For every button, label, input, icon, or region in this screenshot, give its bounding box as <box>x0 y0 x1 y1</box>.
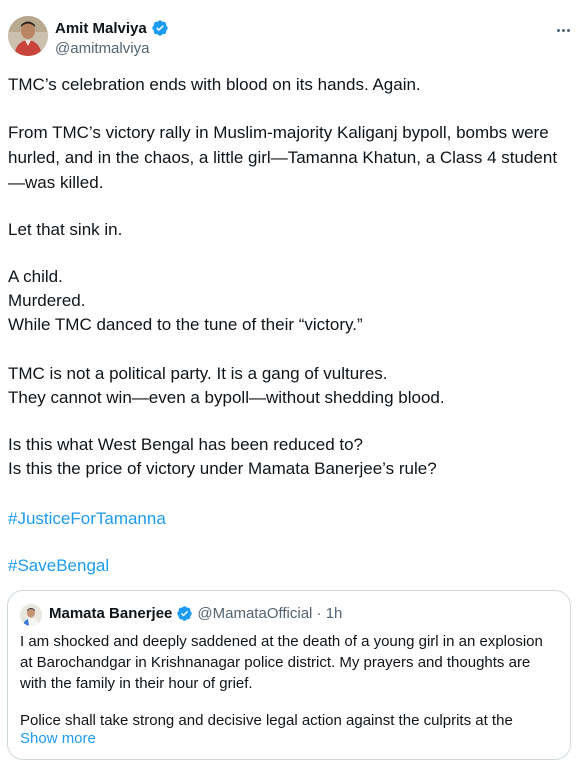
author-handle[interactable]: @amitmalviya <box>55 40 149 57</box>
quoted-tweet[interactable]: Mamata Banerjee @MamataOfficial · 1h I a… <box>7 590 571 760</box>
tweet-line: They cannot win—even a bypoll—without sh… <box>8 388 445 407</box>
dot <box>556 28 560 32</box>
quoted-text-line: I am shocked and deeply saddened at the … <box>20 633 543 650</box>
tweet-line: Is this what West Bengal has been reduce… <box>8 435 364 454</box>
more-options-icon[interactable] <box>548 18 578 42</box>
author-name[interactable]: Amit Malviya <box>55 20 147 37</box>
tweet-line: —was killed. <box>8 173 104 192</box>
tweet-line: Murdered. <box>8 291 86 310</box>
author-avatar[interactable] <box>8 16 48 56</box>
dot <box>566 28 570 32</box>
quoted-author-avatar <box>20 604 42 626</box>
quoted-text-line: Police shall take strong and decisive le… <box>20 712 513 729</box>
hashtag-link[interactable]: #JusticeForTamanna <box>8 507 166 531</box>
quoted-header: Mamata Banerjee @MamataOfficial · 1h <box>49 605 342 622</box>
tweet-line: A child. <box>8 267 63 286</box>
quoted-text-line: with the family in their hour of grief. <box>20 675 253 692</box>
hashtag-link[interactable]: #SaveBengal <box>8 554 109 578</box>
quoted-handle-time: @MamataOfficial · 1h <box>197 605 343 622</box>
tweet-line: While TMC danced to the tune of their “v… <box>8 315 363 334</box>
show-more-link[interactable]: Show more <box>20 730 96 747</box>
tweet-line: From TMC’s victory rally in Muslim-major… <box>8 123 549 142</box>
tweet-line: TMC is not a political party. It is a ga… <box>8 364 388 383</box>
tweet-line: TMC’s celebration ends with blood on its… <box>8 75 421 94</box>
tweet-line: hurled, and in the chaos, a little girl—… <box>8 148 558 167</box>
author-avatar-image <box>8 16 48 56</box>
dot <box>561 28 565 32</box>
verified-badge-icon <box>177 606 193 621</box>
author-name-row: Amit Malviya <box>55 19 169 37</box>
tweet-line: Is this the price of victory under Mamat… <box>8 459 437 478</box>
quoted-author-name: Mamata Banerjee <box>49 605 173 622</box>
quoted-text-line: at Barochandgar in Krishnanagar police d… <box>20 654 531 671</box>
verified-badge-icon <box>152 20 168 36</box>
quoted-avatar-image <box>20 604 42 626</box>
tweet-line: Let that sink in. <box>8 220 123 239</box>
